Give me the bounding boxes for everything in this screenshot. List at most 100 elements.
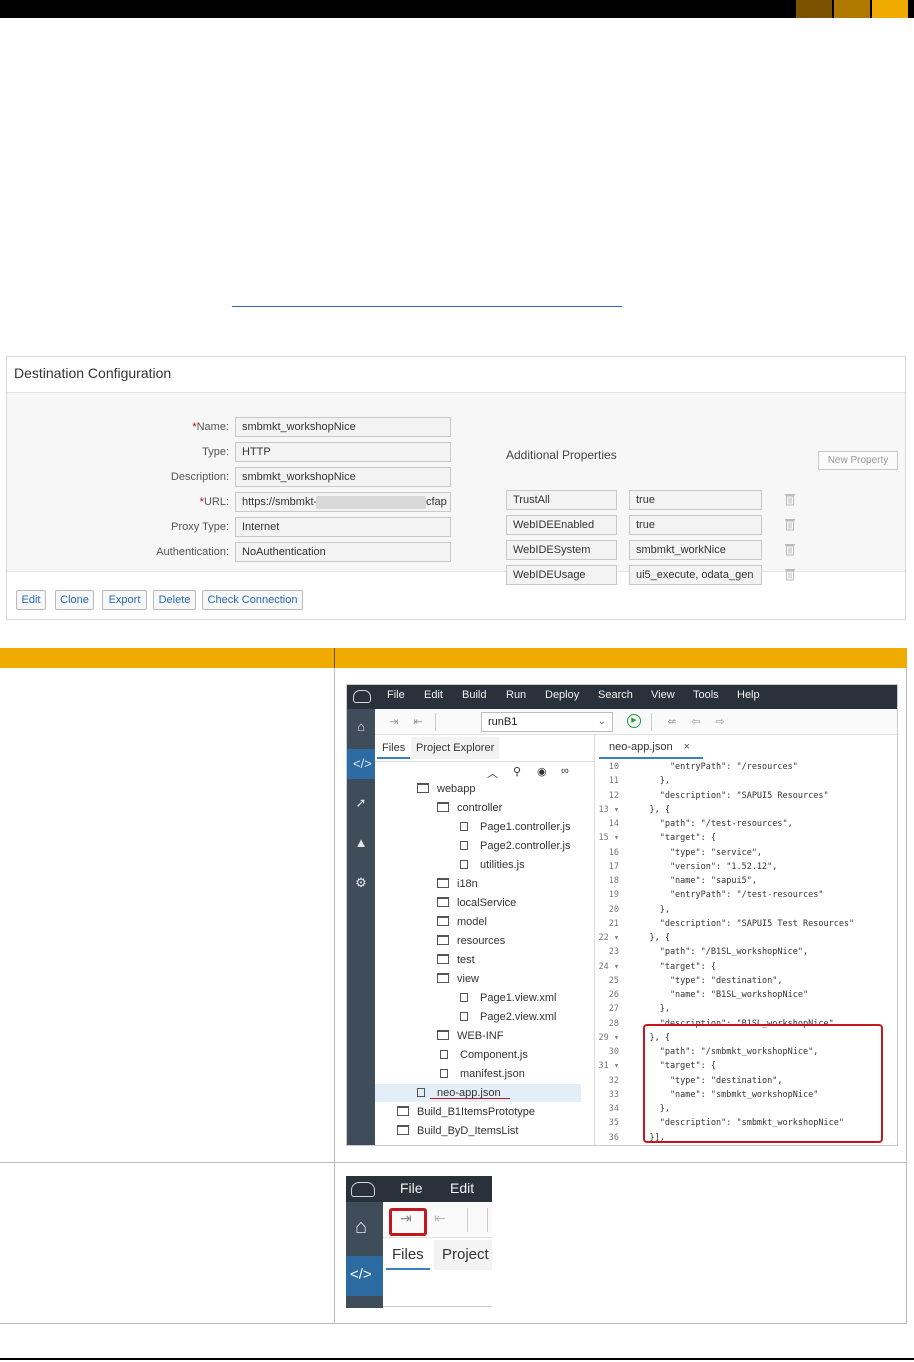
- tab-files[interactable]: Files: [386, 1240, 430, 1270]
- line-number: 16: [608, 847, 619, 858]
- tree-folder[interactable]: controller: [437, 802, 502, 814]
- code-line[interactable]: "path": "/test-resources",: [629, 819, 793, 829]
- menu-run[interactable]: Run: [506, 689, 526, 701]
- code-line[interactable]: }, {: [629, 805, 669, 815]
- line-number: 13 ▾: [598, 804, 619, 815]
- cloud-icon: [351, 1182, 375, 1197]
- link-icon[interactable]: ⚲: [513, 765, 521, 778]
- trash-icon[interactable]: [784, 568, 796, 581]
- edit-button[interactable]: Edit: [16, 590, 46, 610]
- export-icon[interactable]: ⇤: [434, 1210, 446, 1227]
- tree-folder[interactable]: Build_ByD_ItemsList: [397, 1125, 519, 1137]
- back-icon[interactable]: ⇦: [689, 715, 703, 729]
- code-line[interactable]: },: [629, 776, 670, 786]
- eye-icon[interactable]: ◉: [537, 765, 547, 778]
- table-header: [0, 648, 907, 668]
- tree-folder[interactable]: Build_B1ItemsPrototype: [397, 1106, 535, 1118]
- home-icon[interactable]: ⌂: [355, 1216, 367, 1239]
- code-line[interactable]: "target": {: [629, 833, 716, 843]
- tree-folder[interactable]: i18n: [437, 878, 478, 890]
- trash-icon[interactable]: [784, 493, 796, 506]
- menu-edit[interactable]: Edit: [450, 1180, 474, 1196]
- tree-folder[interactable]: localService: [437, 897, 516, 909]
- learning-icon[interactable]: ▲: [353, 835, 369, 851]
- export-button[interactable]: Export: [102, 590, 147, 610]
- forward-icon[interactable]: ⇨: [713, 715, 727, 729]
- file-icon: [440, 1069, 448, 1078]
- tab-files[interactable]: Files: [377, 737, 411, 759]
- menu-file[interactable]: File: [400, 1180, 423, 1196]
- code-line[interactable]: "version": "1.52.12",: [629, 862, 777, 872]
- new-property-button[interactable]: New Property: [818, 451, 898, 470]
- collapse-icon[interactable]: ︿: [487, 765, 498, 781]
- tab-project-explorer[interactable]: Project Explorer: [411, 737, 500, 759]
- tree-file[interactable]: manifest.json: [440, 1068, 525, 1080]
- trash-icon[interactable]: [784, 518, 796, 531]
- tree-folder[interactable]: webapp: [417, 783, 476, 795]
- code-line[interactable]: "description": "SAPUI5 Test Resources": [629, 919, 854, 929]
- menu-tools[interactable]: Tools: [693, 689, 719, 701]
- binoculars-icon[interactable]: ∞: [561, 765, 569, 777]
- delete-button[interactable]: Delete: [153, 590, 196, 610]
- code-icon: </>: [353, 756, 372, 771]
- code-line[interactable]: "description": "SAPUI5 Resources": [629, 791, 829, 801]
- tree-item-label: Page2.view.xml: [480, 1011, 557, 1023]
- code-line[interactable]: "path": "/B1SL_workshopNice",: [629, 947, 808, 957]
- hyperlink-underline[interactable]: [232, 306, 622, 307]
- export-icon[interactable]: ⇤: [411, 715, 425, 729]
- tree-file[interactable]: Page1.view.xml: [460, 992, 556, 1004]
- menu-view[interactable]: View: [651, 689, 675, 701]
- rocket-icon[interactable]: ➚: [353, 795, 369, 811]
- folder-icon: [397, 1106, 409, 1116]
- code-line[interactable]: "type": "destination",: [629, 976, 783, 986]
- menu-file[interactable]: File: [387, 689, 405, 701]
- settings-icon[interactable]: ⚙: [353, 875, 369, 891]
- line-number: 34: [608, 1104, 619, 1114]
- file-icon: [460, 822, 468, 831]
- code-line[interactable]: "name": "B1SL_workshopNice": [629, 990, 808, 1000]
- import-icon[interactable]: ⇥: [387, 715, 401, 729]
- close-icon[interactable]: ×: [684, 741, 690, 753]
- development-icon-active[interactable]: </>: [347, 749, 375, 779]
- code-line[interactable]: "entryPath": "/test-resources": [629, 890, 824, 900]
- menu-deploy[interactable]: Deploy: [545, 689, 579, 701]
- run-icon[interactable]: ▶: [627, 714, 641, 728]
- menu-search[interactable]: Search: [598, 689, 633, 701]
- tree-file[interactable]: Page1.controller.js: [460, 821, 571, 833]
- code-line[interactable]: "target": {: [629, 962, 716, 972]
- menu-edit[interactable]: Edit: [424, 689, 443, 701]
- code-line[interactable]: },: [629, 905, 670, 915]
- field-value-text: Internet: [242, 521, 280, 533]
- tab-project[interactable]: Project: [434, 1240, 492, 1270]
- editor-tab-neo-app-json[interactable]: neo-app.json ×: [599, 735, 703, 759]
- cut-icon[interactable]: ⇍: [665, 715, 679, 729]
- trash-icon[interactable]: [784, 543, 796, 556]
- menu-help[interactable]: Help: [737, 689, 760, 701]
- tree-folder[interactable]: model: [437, 916, 487, 928]
- tree-file[interactable]: Page2.controller.js: [460, 840, 571, 852]
- tree-folder[interactable]: test: [437, 954, 475, 966]
- development-icon-active[interactable]: </>: [346, 1256, 383, 1296]
- property-key: WebIDEUsage: [506, 565, 617, 585]
- line-number: 27: [608, 1004, 619, 1015]
- tree-file[interactable]: utilities.js: [460, 859, 525, 871]
- run-configuration-select[interactable]: runB1 ⌄: [481, 712, 613, 732]
- code-line[interactable]: "name": "sapui5",: [629, 876, 757, 886]
- tree-file[interactable]: Page2.view.xml: [460, 1011, 556, 1023]
- field-label-text: URL:: [203, 496, 229, 508]
- file-icon: [440, 1050, 448, 1059]
- tree-folder[interactable]: view: [437, 973, 479, 985]
- table-column-divider: [334, 668, 335, 1324]
- tree-file[interactable]: Component.js: [440, 1049, 528, 1061]
- code-line[interactable]: },: [629, 1004, 670, 1014]
- tree-folder[interactable]: resources: [437, 935, 505, 947]
- code-line[interactable]: "type": "service",: [629, 848, 762, 858]
- tree-folder[interactable]: WEB-INF: [437, 1030, 503, 1042]
- code-line[interactable]: "entryPath": "/resources": [629, 762, 798, 772]
- check-connection-button[interactable]: Check Connection: [202, 590, 303, 610]
- code-line[interactable]: }, {: [629, 933, 669, 943]
- menu-build[interactable]: Build: [462, 689, 486, 701]
- clone-button[interactable]: Clone: [55, 590, 94, 610]
- home-icon[interactable]: ⌂: [353, 719, 369, 735]
- field-label: *Name:: [69, 421, 229, 433]
